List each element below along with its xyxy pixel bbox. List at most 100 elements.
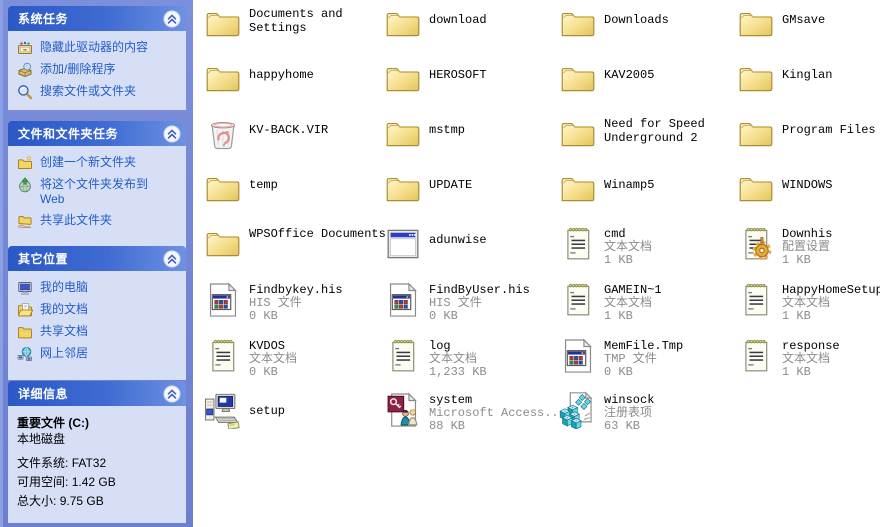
file-item[interactable]: HappyHomeSetup 文本文档 1 KB (737, 281, 880, 323)
file-item[interactable]: mstmp (384, 115, 575, 153)
his-file-icon (204, 281, 242, 319)
file-item[interactable]: winsock 注册表项 63 KB (559, 391, 750, 433)
chevron-up-icon[interactable] (163, 10, 181, 28)
file-name: response (782, 339, 880, 353)
file-size: 0 KB (249, 310, 395, 323)
file-item[interactable]: MemFile.Tmp TMP 文件 0 KB (559, 337, 750, 379)
file-name: FindByUser.his (429, 283, 575, 297)
folder-icon (384, 115, 422, 153)
folder-icon (384, 170, 422, 208)
file-name: Program Files (782, 123, 880, 137)
sidebar-item-publish-to-web[interactable]: 将这个文件夹发布到 Web (17, 177, 182, 207)
sidebar-item-label: 网上邻居 (40, 346, 88, 361)
recycle-bin-icon (204, 115, 242, 153)
file-name: cmd (604, 227, 750, 241)
file-item[interactable]: Need for Speed Underground 2 (559, 115, 750, 153)
notepad-icon (737, 337, 775, 375)
file-system-row: 文件系统: FAT32 (17, 455, 182, 471)
file-name: happyhome (249, 68, 395, 82)
sidebar-item-my-computer[interactable]: 我的电脑 (17, 280, 182, 296)
panel-system-tasks: 系统任务 隐藏此驱动器的内容 添加/删除程序 搜索文件或文件夹 (8, 6, 186, 110)
file-list-area: Documents and Settings download Download… (193, 0, 880, 527)
file-item[interactable]: Winamp5 (559, 170, 750, 208)
file-system-label: 文件系统: (17, 456, 68, 470)
file-item[interactable]: Kinglan (737, 60, 880, 98)
free-space-row: 可用空间: 1.42 GB (17, 474, 182, 490)
file-item[interactable]: download (384, 5, 575, 43)
sidebar-item-hide-drive-contents[interactable]: 隐藏此驱动器的内容 (17, 40, 182, 56)
file-item[interactable]: setup (204, 391, 395, 429)
file-name: HEROSOFT (429, 68, 575, 82)
file-size: 1 KB (782, 254, 880, 267)
file-item[interactable]: Program Files (737, 115, 880, 153)
file-item[interactable]: log 文本文档 1,233 KB (384, 337, 575, 379)
file-item[interactable]: Downloads (559, 5, 750, 43)
file-item[interactable]: happyhome (204, 60, 395, 98)
panel-header-details[interactable]: 详细信息 (8, 381, 186, 406)
file-item[interactable]: FindByUser.his HIS 文件 0 KB (384, 281, 575, 323)
file-item[interactable]: system Microsoft Access... 88 KB (384, 391, 575, 433)
file-item[interactable]: UPDATE (384, 170, 575, 208)
his-file-icon (384, 281, 422, 319)
file-item[interactable]: KAV2005 (559, 60, 750, 98)
sidebar-item-label: 将这个文件夹发布到 Web (40, 177, 158, 207)
file-item[interactable]: Documents and Settings (204, 5, 395, 43)
panel-header-system-tasks[interactable]: 系统任务 (8, 6, 186, 31)
file-item[interactable]: KV-BACK.VIR (204, 115, 395, 153)
sidebar-item-label: 创建一个新文件夹 (40, 155, 136, 170)
file-item[interactable]: cmd 文本文档 1 KB (559, 225, 750, 267)
file-item[interactable]: Findbykey.his HIS 文件 0 KB (204, 281, 395, 323)
panel-body: 隐藏此驱动器的内容 添加/删除程序 搜索文件或文件夹 (8, 31, 186, 110)
file-item[interactable]: WINDOWS (737, 170, 880, 208)
file-name: temp (249, 178, 395, 192)
file-label: GAMEIN~1 文本文档 1 KB (604, 281, 750, 323)
file-name: HappyHomeSetup (782, 283, 880, 297)
file-label: FindByUser.his HIS 文件 0 KB (429, 281, 575, 323)
file-label: Winamp5 (604, 170, 750, 192)
task-pane-sidebar: 系统任务 隐藏此驱动器的内容 添加/删除程序 搜索文件或文件夹 (0, 0, 193, 527)
sidebar-item-shared-documents[interactable]: 共享文档 (17, 324, 182, 340)
sidebar-item-new-folder[interactable]: 创建一个新文件夹 (17, 155, 182, 171)
panel-title: 详细信息 (18, 385, 68, 402)
file-name: UPDATE (429, 178, 575, 192)
file-name: system (429, 393, 575, 407)
file-item[interactable]: temp (204, 170, 395, 208)
notepad-icon (204, 337, 242, 375)
file-name: GAMEIN~1 (604, 283, 750, 297)
sidebar-item-add-remove-programs[interactable]: 添加/删除程序 (17, 62, 182, 78)
sidebar-item-label: 我的电脑 (40, 280, 88, 295)
file-item[interactable]: GAMEIN~1 文本文档 1 KB (559, 281, 750, 323)
panel-header-file-folder-tasks[interactable]: 文件和文件夹任务 (8, 121, 186, 146)
my-documents-icon (17, 302, 33, 318)
chevron-up-icon[interactable] (163, 125, 181, 143)
file-name: winsock (604, 393, 750, 407)
file-label: Documents and Settings (249, 5, 395, 35)
file-item[interactable]: GMsave (737, 5, 880, 43)
file-label: Downhis 配置设置 1 KB (782, 225, 880, 267)
file-label: response 文本文档 1 KB (782, 337, 880, 379)
file-label: KV-BACK.VIR (249, 115, 395, 137)
sidebar-item-search-files[interactable]: 搜索文件或文件夹 (17, 84, 182, 100)
his-file-icon (559, 337, 597, 375)
notepad-gear-icon (737, 225, 775, 263)
file-size: 0 KB (429, 310, 575, 323)
file-size: 1 KB (782, 366, 880, 379)
file-item[interactable]: HEROSOFT (384, 60, 575, 98)
chevron-up-icon[interactable] (163, 250, 181, 268)
chevron-up-icon[interactable] (163, 385, 181, 403)
file-size: 1 KB (604, 310, 750, 323)
my-computer-icon (17, 280, 33, 296)
file-item[interactable]: adunwise (384, 225, 575, 263)
file-item[interactable]: KVDOS 文本文档 0 KB (204, 337, 395, 379)
sidebar-item-network-places[interactable]: 网上邻居 (17, 346, 182, 362)
file-label: temp (249, 170, 395, 192)
file-item[interactable]: response 文本文档 1 KB (737, 337, 880, 379)
file-label: download (429, 5, 575, 27)
file-item[interactable]: Downhis 配置设置 1 KB (737, 225, 880, 267)
file-item[interactable]: WPSOffice Documents (204, 225, 395, 263)
file-size: 1 KB (604, 254, 750, 267)
panel-header-other-places[interactable]: 其它位置 (8, 246, 186, 271)
sidebar-item-share-folder[interactable]: 共享此文件夹 (17, 213, 182, 229)
registry-cubes-icon (559, 391, 597, 429)
sidebar-item-my-documents[interactable]: 我的文档 (17, 302, 182, 318)
